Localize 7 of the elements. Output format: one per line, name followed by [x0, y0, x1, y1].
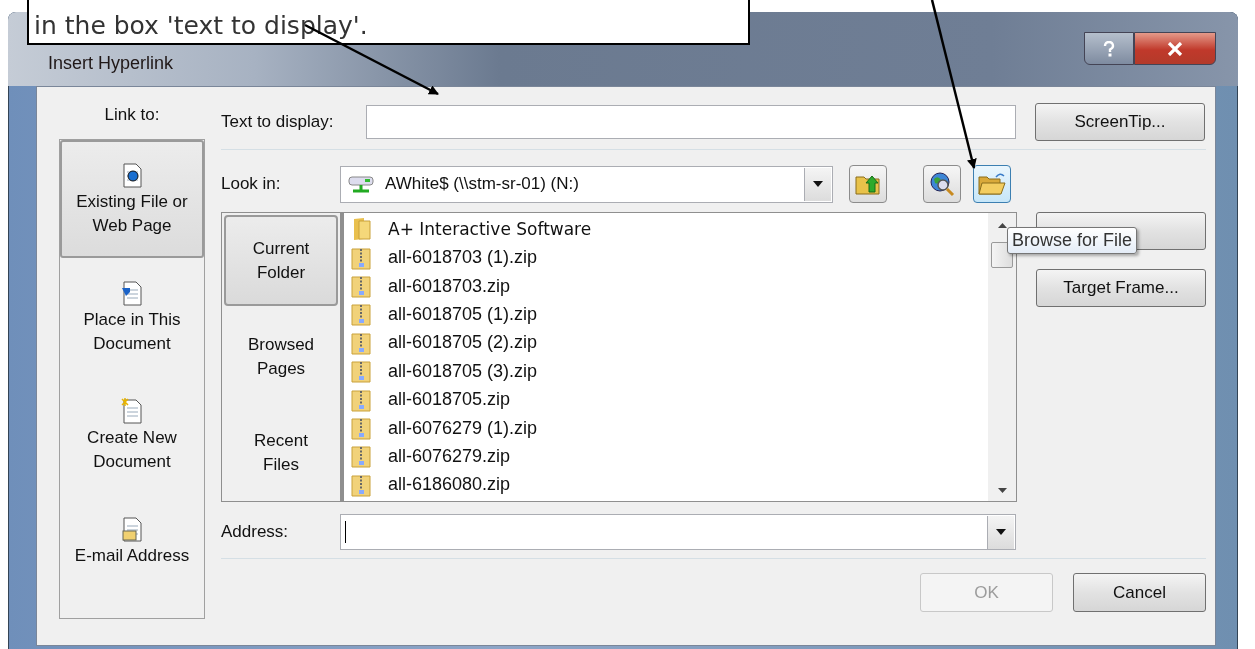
window-title: Insert Hyperlink [48, 53, 174, 74]
tooltip: Browse for File [1007, 227, 1138, 254]
address-label: Address: [221, 522, 290, 542]
text-to-display-label: Text to display: [221, 112, 335, 132]
link-to-label: Link to: [103, 104, 161, 126]
annotation-callout: in the box 'text to display'. [27, 0, 750, 45]
look-in-label: Look in: [221, 174, 282, 194]
